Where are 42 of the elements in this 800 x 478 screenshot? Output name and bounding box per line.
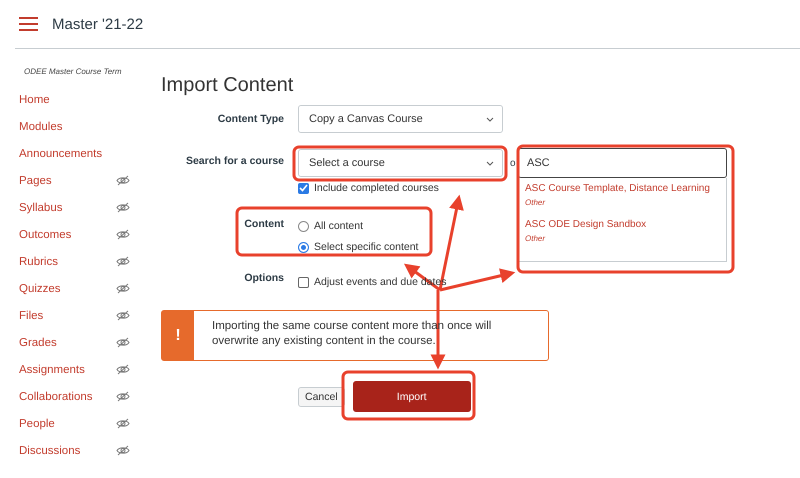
nav-link[interactable]: Syllabus <box>19 202 62 214</box>
radio-label: Select specific content <box>314 241 418 253</box>
nav-link[interactable]: Discussions <box>19 444 80 456</box>
checkbox-label: Include completed courses <box>314 182 439 194</box>
field-label: Content <box>243 218 284 230</box>
checkbox[interactable] <box>298 276 309 288</box>
course-result-link[interactable]: ASC ODE Design Sandbox <box>525 218 720 232</box>
radio-button[interactable] <box>298 242 309 252</box>
nav-link[interactable]: Rubrics <box>19 256 58 268</box>
import-button[interactable]: Import <box>352 381 471 412</box>
nav-link[interactable]: Assignments <box>19 364 85 376</box>
course-term: Other <box>525 233 546 245</box>
term-label: ODEE Master Course Term <box>24 67 123 76</box>
course-title: Master '21-22 <box>52 16 144 32</box>
field-label: Search for a course <box>184 155 284 167</box>
nav-link[interactable]: People <box>19 418 55 430</box>
menu-icon[interactable] <box>19 17 38 31</box>
course-search-field[interactable]: ASC <box>518 148 727 178</box>
chevron-down-icon <box>486 160 494 166</box>
nav-link[interactable]: Modules <box>19 120 62 132</box>
nav-link[interactable]: Grades <box>19 336 57 348</box>
nav-link[interactable]: Announcements <box>19 148 102 160</box>
content-type-select[interactable]: Copy a Canvas Course <box>298 105 503 133</box>
nav-link[interactable]: Quizzes <box>19 282 61 294</box>
nav-link[interactable]: Collaborations <box>19 390 93 402</box>
cancel-button[interactable]: Cancel <box>298 386 345 406</box>
nav-link[interactable]: Files <box>19 310 44 322</box>
radio-label: All content <box>314 220 364 232</box>
field-label: Content Type <box>216 113 284 125</box>
chevron-down-icon <box>486 116 494 122</box>
nav-link[interactable]: Outcomes <box>19 228 72 240</box>
checkbox[interactable] <box>298 182 309 194</box>
nav-link[interactable]: Pages <box>19 174 52 186</box>
course-select[interactable]: Select a course <box>298 149 503 177</box>
course-term: Other <box>525 197 546 209</box>
radio-button[interactable] <box>298 220 309 232</box>
page-title: Import Content <box>161 73 294 97</box>
course-result-link[interactable]: ASC Course Template, Distance Learning <box>525 182 720 196</box>
nav-link[interactable]: Home <box>19 94 50 106</box>
field-label: Options <box>243 272 284 284</box>
alert-icon: ! <box>162 311 194 360</box>
or-label: o <box>510 158 517 168</box>
